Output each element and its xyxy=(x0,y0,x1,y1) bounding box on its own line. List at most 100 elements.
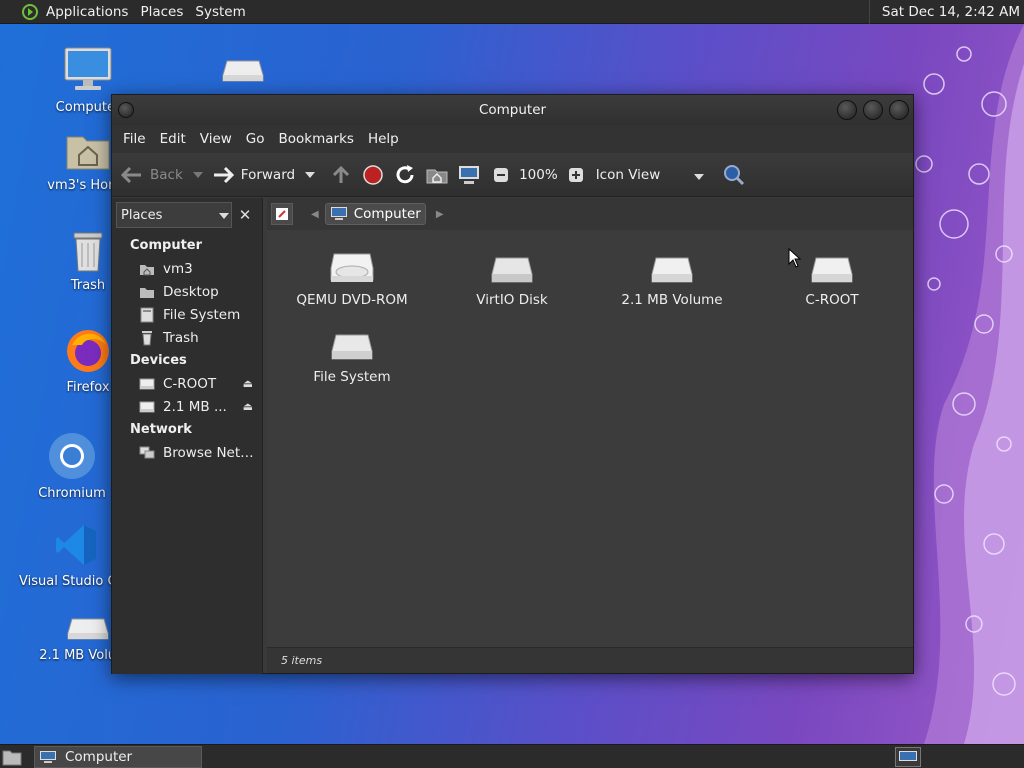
view-mode-dropdown-icon xyxy=(693,173,704,180)
toolbar: Back Forward 100% Icon View xyxy=(112,153,913,197)
section-heading-devices: Devices xyxy=(130,353,187,368)
wallpaper-decoration xyxy=(904,24,1024,744)
places-menu[interactable]: Places xyxy=(134,4,189,20)
file-item-virtio-disk[interactable]: VirtIO Disk xyxy=(432,244,592,308)
menu-file[interactable]: File xyxy=(116,131,153,147)
zoom-in-icon[interactable] xyxy=(564,163,588,187)
sidebar-item-label: Browse Net… xyxy=(163,444,254,461)
sidebar-item-trash[interactable]: Trash xyxy=(112,326,263,349)
toggle-location-entry-button[interactable] xyxy=(271,203,293,225)
computer-button[interactable] xyxy=(457,163,481,187)
reload-button[interactable] xyxy=(393,163,417,187)
sidebar-item-label: vm3 xyxy=(163,260,193,277)
sidebar-item-desktop[interactable]: Desktop xyxy=(112,280,263,303)
menu-view[interactable]: View xyxy=(193,131,239,147)
location-bar: ◀ Computer ▶ xyxy=(267,198,913,230)
window-titlebar[interactable]: Computer xyxy=(112,95,913,125)
breadcrumb-left-arrow-icon[interactable]: ◀ xyxy=(311,209,319,220)
menu-help[interactable]: Help xyxy=(361,131,406,147)
status-bar: 5 items xyxy=(267,647,913,673)
zoom-control[interactable]: 100% xyxy=(489,163,588,187)
view-mode-label: Icon View xyxy=(595,166,661,183)
back-label: Back xyxy=(150,166,183,183)
up-button[interactable] xyxy=(329,163,353,187)
stop-button[interactable] xyxy=(361,163,385,187)
taskbar-item-label: Computer xyxy=(65,749,133,765)
system-menu[interactable]: System xyxy=(189,4,251,20)
sidebar-item-label: Trash xyxy=(163,329,199,346)
drive-icon xyxy=(139,376,155,392)
forward-label: Forward xyxy=(240,166,296,183)
stop-icon xyxy=(361,163,385,187)
forward-history-dropdown[interactable] xyxy=(305,171,316,178)
search-icon xyxy=(722,163,746,187)
sidebar-item-volume[interactable]: 2.1 MB ... ⏏ xyxy=(112,395,263,418)
computer-icon xyxy=(457,163,481,187)
home-icon xyxy=(139,261,155,277)
workspace-switcher[interactable] xyxy=(895,747,921,767)
minimize-button[interactable] xyxy=(837,100,857,120)
trash-icon xyxy=(139,330,155,346)
home-button[interactable] xyxy=(425,163,449,187)
search-button[interactable] xyxy=(722,163,746,187)
forward-button[interactable]: Forward xyxy=(211,163,295,187)
close-sidebar-icon[interactable]: ✕ xyxy=(234,202,256,228)
sidebar-item-filesystem[interactable]: File System xyxy=(112,303,263,326)
monitor-icon xyxy=(33,44,143,96)
menu-edit[interactable]: Edit xyxy=(153,131,193,147)
back-button[interactable]: Back xyxy=(120,163,183,187)
back-history-dropdown[interactable] xyxy=(192,171,203,178)
file-item-filesystem[interactable]: File System xyxy=(272,321,432,385)
breadcrumb-right-arrow-icon[interactable]: ▶ xyxy=(436,209,444,220)
section-heading-network: Network xyxy=(130,422,192,437)
applications-logo-icon[interactable] xyxy=(20,2,40,22)
bottom-panel: Computer xyxy=(0,744,1024,768)
sidebar-item-label: Desktop xyxy=(163,283,219,300)
up-arrow-icon xyxy=(329,163,353,187)
eject-icon[interactable]: ⏏ xyxy=(243,377,253,390)
eject-icon[interactable]: ⏏ xyxy=(243,400,253,413)
home-icon xyxy=(425,163,449,187)
reload-icon xyxy=(393,163,417,187)
main-menu: Applications Places System xyxy=(0,0,252,24)
zoom-out-icon[interactable] xyxy=(489,163,513,187)
maximize-button[interactable] xyxy=(863,100,883,120)
file-item-qemu-dvd[interactable]: QEMU DVD-ROM xyxy=(272,244,432,308)
sidebar-selector[interactable]: Places xyxy=(116,202,232,228)
desktop-drive-icon[interactable] xyxy=(188,58,298,88)
file-item-label: C-ROOT xyxy=(805,292,859,308)
optical-drive-icon xyxy=(272,244,432,284)
forward-arrow-icon xyxy=(211,163,235,187)
close-button[interactable] xyxy=(889,100,909,120)
taskbar-computer-button[interactable]: Computer xyxy=(34,746,202,768)
menu-go[interactable]: Go xyxy=(239,131,272,147)
window-menu-button[interactable] xyxy=(118,102,134,118)
breadcrumb-label: Computer xyxy=(353,206,421,222)
drive-icon xyxy=(592,244,752,284)
sidebar: Places ✕ Computer vm3 Desktop File Syste… xyxy=(112,198,263,674)
file-item-volume[interactable]: 2.1 MB Volume xyxy=(592,244,752,308)
sidebar-selector-label: Places xyxy=(121,207,163,223)
file-item-label: VirtIO Disk xyxy=(476,292,548,308)
clock[interactable]: Sat Dec 14, 2:42 AM xyxy=(868,0,1020,24)
sidebar-item-c-root[interactable]: C-ROOT ⏏ xyxy=(112,372,263,395)
top-panel: Applications Places System Sat Dec 14, 2… xyxy=(0,0,1024,24)
view-mode-select[interactable]: Icon View xyxy=(596,167,706,183)
file-item-label: 2.1 MB Volume xyxy=(621,292,723,308)
network-icon xyxy=(139,445,155,461)
sidebar-item-label: C-ROOT xyxy=(163,375,217,392)
menu-bookmarks[interactable]: Bookmarks xyxy=(272,131,361,147)
applications-menu[interactable]: Applications xyxy=(40,4,134,20)
drive-icon xyxy=(139,399,155,415)
file-item-c-root[interactable]: C-ROOT xyxy=(752,244,912,308)
breadcrumb-computer[interactable]: Computer xyxy=(324,203,426,225)
sidebar-item-vm3[interactable]: vm3 xyxy=(112,257,263,280)
filesystem-icon xyxy=(272,321,432,361)
computer-icon xyxy=(39,750,57,764)
chevron-down-icon xyxy=(219,213,229,219)
file-view[interactable]: QEMU DVD-ROM VirtIO Disk 2.1 MB Volume C… xyxy=(267,230,913,647)
sidebar-item-browse-network[interactable]: Browse Net… xyxy=(112,441,263,464)
section-heading-computer: Computer xyxy=(130,238,203,253)
show-desktop-icon[interactable] xyxy=(2,748,22,766)
file-item-label: QEMU DVD-ROM xyxy=(296,292,408,308)
